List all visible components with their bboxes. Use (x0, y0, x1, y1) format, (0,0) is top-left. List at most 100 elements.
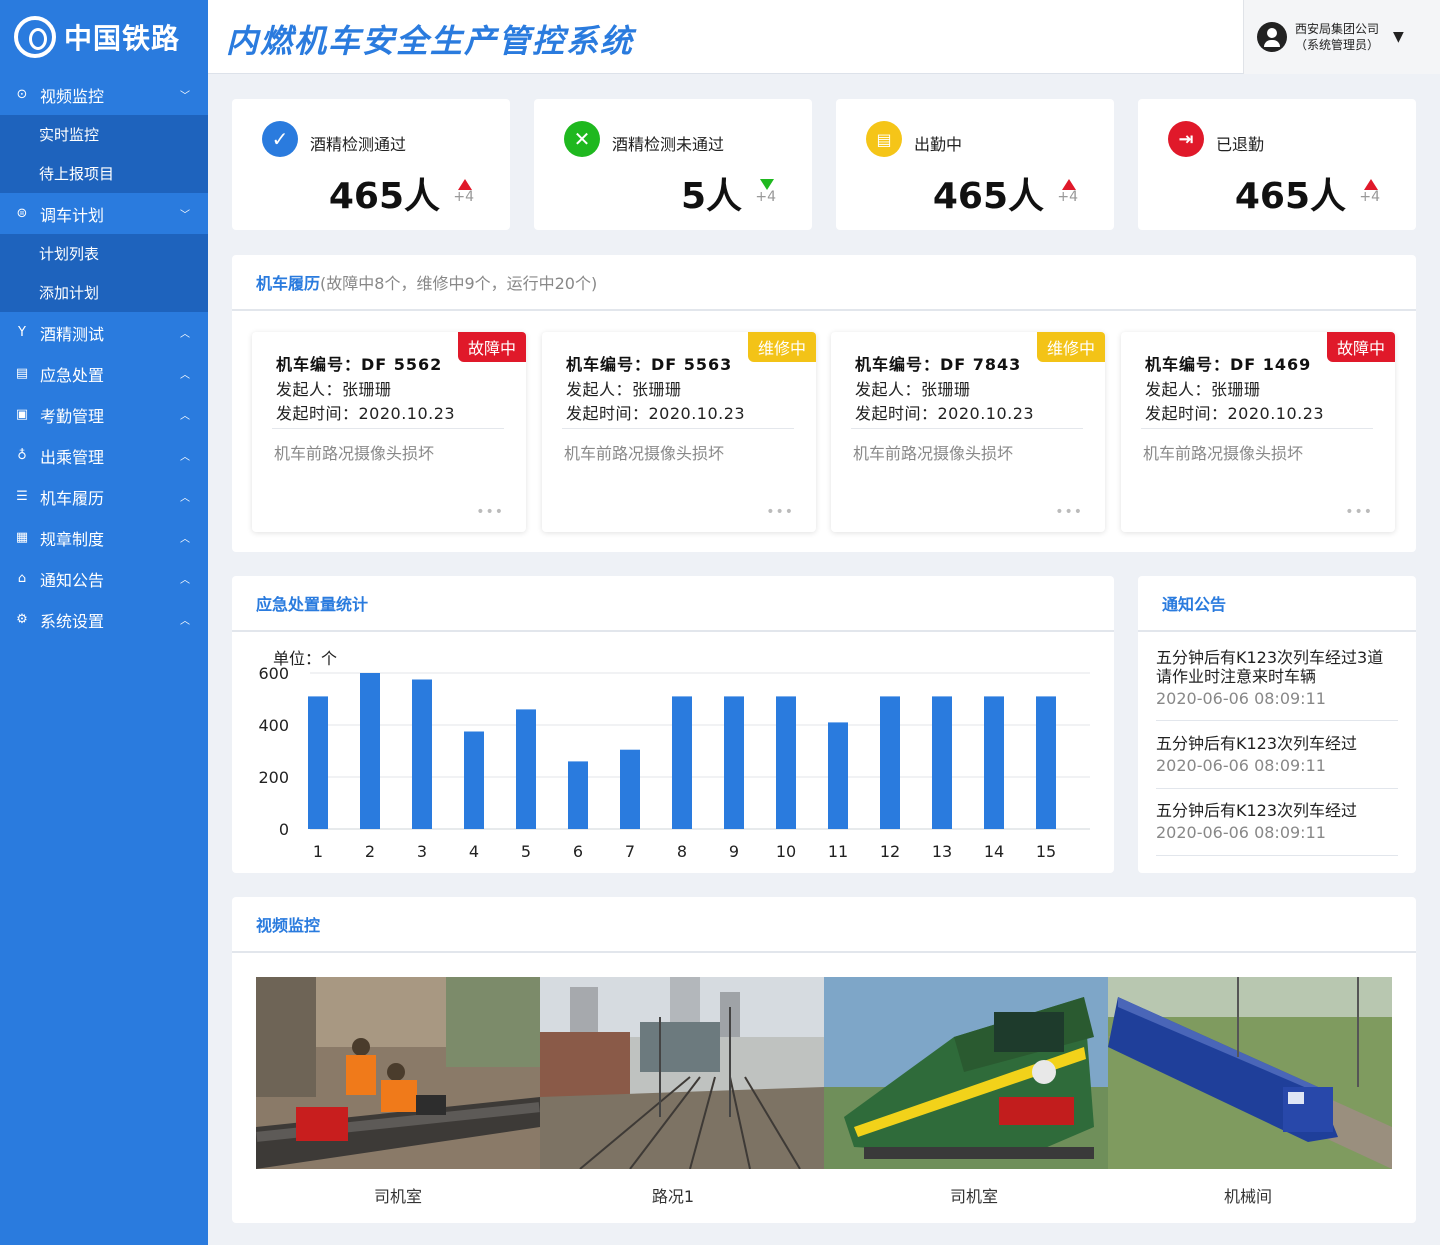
status-badge: 故障中 (1327, 332, 1395, 362)
video-label: 路况1 (651, 1187, 695, 1206)
video-feed-image (540, 977, 824, 1169)
loco-time: 发起时间：2020.10.23 (276, 404, 456, 423)
x-tick-label: 9 (729, 842, 739, 861)
chart-bar[interactable] (672, 696, 692, 829)
chart-bar[interactable] (724, 696, 744, 829)
chart-bar[interactable] (568, 761, 588, 829)
sidebar-group-dispatch[interactable]: ♁ 出乘管理 ︿ (0, 435, 208, 476)
loco-card[interactable]: 故障中 机车编号：DF 1469 发起人：张珊珊 发起时间：2020.10.23… (1121, 332, 1395, 532)
status-badge: 维修中 (1037, 332, 1105, 362)
chart-bar[interactable] (776, 696, 796, 829)
chevron-up-icon: ︿ (180, 493, 190, 504)
chevron-up-icon: ︿ (180, 370, 190, 381)
stat-delta: +4 (1057, 189, 1078, 205)
sidebar-group-label: 规章制度 (40, 529, 105, 549)
loco-card[interactable]: 维修中 机车编号：DF 5563 发起人：张珊珊 发起时间：2020.10.23… (542, 332, 816, 532)
panel-header: 通知公告 (1138, 576, 1416, 632)
notice-item[interactable]: 五分钟后有K123次列车经过3道请作业时注意来时车辆 2020-06-06 08… (1156, 648, 1398, 721)
stat-delta: +4 (1359, 189, 1380, 205)
chevron-down-icon: ﹀ (180, 210, 190, 221)
sidebar-group-label: 应急处置 (40, 365, 105, 385)
chart-bar[interactable] (516, 709, 536, 829)
chart-bar[interactable] (880, 696, 900, 829)
loco-initiator: 发起人：张珊珊 (1145, 380, 1261, 399)
check-icon: ✓ (262, 121, 298, 157)
sidebar-group-attendance[interactable]: ▣ 考勤管理 ︿ (0, 394, 208, 435)
y-tick-label: 400 (258, 716, 289, 735)
sidebar-group-plan[interactable]: ⊜ 调车计划 ﹀ (0, 193, 208, 234)
sidebar-group-records[interactable]: ☰ 机车履历 ︿ (0, 476, 208, 517)
loco-initiator: 发起人：张珊珊 (276, 380, 392, 399)
sidebar-item-plan-list[interactable]: 计划列表 (0, 234, 208, 273)
chart-bar[interactable] (308, 696, 328, 829)
plan-icon: ⊜ (16, 206, 28, 221)
sidebar-group-rules[interactable]: ▦ 规章制度 ︿ (0, 517, 208, 558)
rules-icon: ▦ (15, 530, 29, 545)
notices-panel: 通知公告 五分钟后有K123次列车经过3道请作业时注意来时车辆 2020-06-… (1138, 576, 1416, 873)
chart-bar[interactable] (412, 679, 432, 830)
x-tick-label: 1 (313, 842, 323, 861)
video-tile-cab[interactable] (256, 977, 540, 1169)
divider (1141, 428, 1373, 429)
emergency-icon: ▤ (15, 366, 29, 381)
sidebar-group-label: 系统设置 (40, 611, 105, 631)
sidebar-group-label: 视频监控 (40, 86, 105, 106)
video-feed-image (256, 977, 540, 1169)
user-menu[interactable]: 西安局集团公司 （系统管理员） ▼ (1243, 0, 1440, 74)
sidebar-group-alcohol[interactable]: Y 酒精测试 ︿ (0, 312, 208, 353)
status-badge: 故障中 (458, 332, 526, 362)
stat-label: 出勤中 (914, 135, 963, 154)
chart-bar[interactable] (464, 731, 484, 830)
video-tile-road[interactable] (540, 977, 824, 1169)
x-tick-label: 12 (880, 842, 900, 861)
more-icon[interactable]: ••• (1055, 504, 1083, 520)
more-icon[interactable]: ••• (766, 504, 794, 520)
logo-text: 中国铁路 (64, 22, 181, 55)
loco-number: 机车编号：DF 7843 (855, 355, 1022, 374)
video-label: 司机室 (373, 1187, 422, 1206)
chevron-up-icon: ︿ (180, 411, 190, 422)
sidebar-group-emergency[interactable]: ▤ 应急处置 ︿ (0, 353, 208, 394)
notice-text: 五分钟后有K123次列车经过3道请作业时注意来时车辆 (1156, 648, 1384, 686)
chart-bar[interactable] (828, 722, 848, 829)
stat-delta: +4 (755, 189, 776, 205)
sidebar-group-label: 通知公告 (40, 570, 105, 590)
chart-bar[interactable] (360, 673, 380, 829)
notice-icon: ⌂ (17, 571, 27, 586)
sidebar-group-video[interactable]: ⊙ 视频监控 ﹀ (0, 74, 208, 115)
sidebar-group-label: 机车履历 (40, 488, 105, 508)
chart-bar[interactable] (932, 696, 952, 829)
loco-desc: 机车前路况摄像头损坏 (274, 444, 435, 463)
glass-icon: Y (18, 325, 26, 340)
sidebar-group-notices[interactable]: ⌂ 通知公告 ︿ (0, 558, 208, 599)
notice-item[interactable]: 五分钟后有K123次列车经过 2020-06-06 08:09:11 (1156, 801, 1398, 856)
sidebar-item-realtime[interactable]: 实时监控 (0, 115, 208, 154)
loco-card[interactable]: 维修中 机车编号：DF 7843 发起人：张珊珊 发起时间：2020.10.23… (831, 332, 1105, 532)
exit-icon: ⇥ (1168, 121, 1204, 157)
loco-desc: 机车前路况摄像头损坏 (564, 444, 725, 463)
video-label: 机械间 (1223, 1187, 1272, 1206)
chart-bar[interactable] (984, 696, 1004, 829)
sidebar-group-settings[interactable]: ⚙ 系统设置 ︿ (0, 599, 208, 640)
chart-bar[interactable] (1036, 696, 1056, 829)
panel-header: 应急处置量统计 (232, 576, 1114, 632)
video-tile-engine-room[interactable] (1108, 977, 1392, 1169)
notice-item[interactable]: 五分钟后有K123次列车经过 2020-06-06 08:09:11 (1156, 734, 1398, 789)
calendar-icon: ▣ (15, 407, 29, 422)
notice-time: 2020-06-06 08:09:11 (1156, 823, 1326, 842)
camera-icon: ⊙ (16, 87, 28, 102)
video-feed-image (1108, 977, 1392, 1169)
record-icon: ☰ (16, 489, 28, 504)
sidebar-item-add-plan[interactable]: 添加计划 (0, 273, 208, 312)
panel-title: 视频监控 (256, 916, 321, 935)
chart-bar[interactable] (620, 749, 640, 829)
top-header: 内燃机车安全生产管控系统 西安局集团公司 （系统管理员） ▼ (208, 0, 1440, 74)
gear-icon: ⚙ (16, 612, 28, 627)
bar-chart: 单位：个 1 2 3 4 5 6 7 8 9 10 11 12 13 14 15 0200400600 (258, 649, 1090, 861)
more-icon[interactable]: ••• (476, 504, 504, 520)
video-tile-cab-2[interactable] (824, 977, 1108, 1169)
loco-card[interactable]: 故障中 机车编号：DF 5562 发起人：张珊珊 发起时间：2020.10.23… (252, 332, 526, 532)
panel-header: 视频监控 (232, 897, 1416, 953)
sidebar-item-pending[interactable]: 待上报项目 (0, 154, 208, 193)
more-icon[interactable]: ••• (1345, 504, 1373, 520)
